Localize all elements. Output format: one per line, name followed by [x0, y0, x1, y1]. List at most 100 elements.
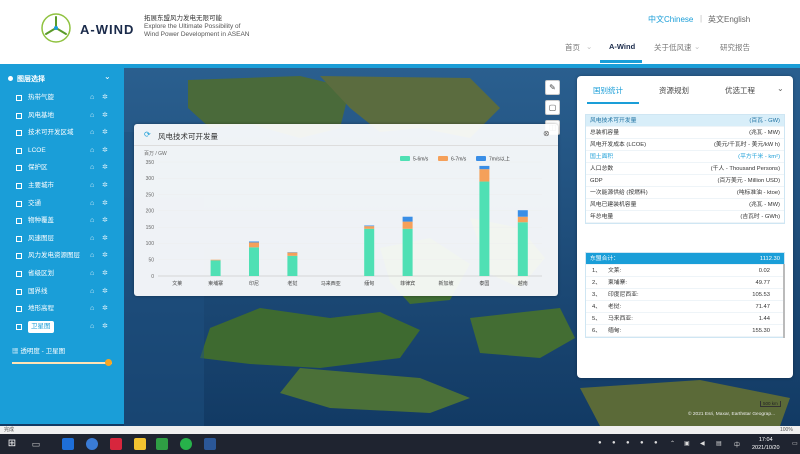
nav-about-low-wind[interactable]: 关于低风速: [654, 42, 692, 53]
layer-info-icon[interactable]: ⌂: [90, 303, 94, 315]
layer-settings-gear-icon[interactable]: ✲: [102, 321, 108, 333]
layer-info-icon[interactable]: ⌂: [90, 127, 94, 139]
layer-settings-gear-icon[interactable]: ✲: [102, 215, 108, 227]
layer-item[interactable]: 热带气旋 ⌂ ✲: [16, 92, 116, 104]
layer-checkbox[interactable]: [16, 147, 22, 154]
layer-settings-gear-icon[interactable]: ✲: [102, 250, 108, 262]
layer-info-icon[interactable]: ⌂: [90, 250, 94, 262]
ie-browser-icon[interactable]: [62, 438, 74, 450]
indicator-row[interactable]: 一次能源供给 (按燃料) (吨标准油 - ktoe): [586, 187, 784, 199]
layer-settings-gear-icon[interactable]: ✲: [102, 268, 108, 280]
layer-item[interactable]: 风速图层 ⌂ ✲: [16, 233, 116, 245]
opacity-slider-handle[interactable]: [105, 359, 112, 366]
tray-app-icon[interactable]: ●: [626, 440, 630, 446]
layer-settings-gear-icon[interactable]: ✲: [102, 198, 108, 210]
app-green-icon[interactable]: [156, 438, 168, 450]
layer-settings-gear-icon[interactable]: ✲: [102, 127, 108, 139]
layer-checkbox[interactable]: [16, 200, 22, 207]
nav-a-wind[interactable]: A-Wind: [609, 42, 635, 51]
layer-item[interactable]: 地形高程 ⌂ ✲: [16, 303, 116, 315]
layer-settings-gear-icon[interactable]: ✲: [102, 233, 108, 245]
layer-checkbox[interactable]: [16, 165, 22, 172]
layer-item[interactable]: 保护区 ⌂ ✲: [16, 162, 116, 174]
layer-item[interactable]: 国界线 ⌂ ✲: [16, 286, 116, 298]
layer-info-icon[interactable]: ⌂: [90, 198, 94, 210]
word-icon[interactable]: [204, 438, 216, 450]
layer-settings-gear-icon[interactable]: ✲: [102, 162, 108, 174]
layer-checkbox[interactable]: [16, 95, 22, 101]
nav-home-chevron-icon[interactable]: ⌄: [586, 42, 592, 51]
layer-checkbox[interactable]: [16, 323, 22, 330]
panel-chevron-down-icon[interactable]: ⌄: [777, 84, 784, 93]
layer-settings-gear-icon[interactable]: ✲: [102, 286, 108, 298]
tray-app-icon[interactable]: ●: [640, 440, 644, 446]
layer-info-icon[interactable]: ⌂: [90, 145, 94, 157]
layer-checkbox[interactable]: [16, 288, 22, 295]
layer-settings-gear-icon[interactable]: ✲: [102, 110, 108, 122]
country-row[interactable]: 6、 缅甸: 155.30: [586, 325, 784, 337]
layer-checkbox[interactable]: [16, 130, 22, 137]
indicator-row[interactable]: 总装机容量 (兆瓦 - MW): [586, 127, 784, 139]
file-explorer-icon[interactable]: [134, 438, 146, 450]
layer-info-icon[interactable]: ⌂: [90, 180, 94, 192]
country-row[interactable]: 2、 柬埔寨: 49.77: [586, 277, 784, 289]
clock[interactable]: 17:04 2021/10/20: [752, 436, 780, 452]
layer-info-icon[interactable]: ⌂: [90, 233, 94, 245]
start-windows-icon[interactable]: ⊞: [6, 438, 18, 450]
layer-settings-gear-icon[interactable]: ✲: [102, 303, 108, 315]
tray-chevron-up-icon[interactable]: ⌃: [670, 440, 675, 447]
indicator-row[interactable]: 年总电量 (吉瓦时 - GWh): [586, 211, 784, 223]
tray-app-icon[interactable]: ●: [598, 440, 602, 446]
tab-country-stats[interactable]: 国别统计: [593, 85, 623, 96]
layer-settings-gear-icon[interactable]: ✲: [102, 92, 108, 104]
layer-item[interactable]: 技术可开发区域 ⌂ ✲: [16, 127, 116, 139]
layer-checkbox[interactable]: [16, 112, 22, 119]
layer-checkbox[interactable]: [16, 253, 22, 260]
opacity-slider-track[interactable]: [12, 362, 112, 364]
layer-checkbox[interactable]: [16, 235, 22, 242]
tab-optimal-projects[interactable]: 优选工程: [725, 85, 755, 96]
task-view-icon[interactable]: ▭: [30, 438, 42, 450]
tray-volume-icon[interactable]: ◀: [700, 440, 705, 447]
draw-rectangle-icon[interactable]: ▢: [545, 100, 560, 115]
layer-panel-title[interactable]: 图层选择: [8, 74, 45, 84]
ime-indicator[interactable]: 中: [734, 440, 740, 449]
layer-panel-collapse-chevron-icon[interactable]: ⌄: [104, 72, 111, 81]
tray-keyboard-icon[interactable]: ▤: [716, 440, 722, 447]
country-row[interactable]: 5、 马来西亚: 1.44: [586, 313, 784, 325]
layer-settings-gear-icon[interactable]: ✲: [102, 145, 108, 157]
wechat-icon[interactable]: [180, 438, 192, 450]
layer-info-icon[interactable]: ⌂: [90, 268, 94, 280]
notification-icon[interactable]: ▭: [792, 440, 798, 447]
measure-pencil-icon[interactable]: ✎: [545, 80, 560, 95]
nav-home[interactable]: 首页: [565, 42, 580, 53]
nav-reports[interactable]: 研究报告: [720, 42, 750, 53]
tray-app-icon[interactable]: ●: [654, 440, 658, 446]
layer-info-icon[interactable]: ⌂: [90, 215, 94, 227]
lang-chinese-link[interactable]: 中文Chinese: [648, 14, 693, 25]
layer-item[interactable]: 主要城市 ⌂ ✲: [16, 180, 116, 192]
nav-about-chevron-icon[interactable]: ⌄: [694, 42, 700, 51]
lang-english-link[interactable]: 英文English: [708, 14, 750, 25]
close-icon[interactable]: ⊗: [543, 129, 550, 138]
layer-item[interactable]: 省级区划 ⌂ ✲: [16, 268, 116, 280]
indicator-row[interactable]: 风电技术可开发量 (百瓦 - GW): [586, 115, 784, 127]
layer-info-icon[interactable]: ⌂: [90, 286, 94, 298]
layer-checkbox[interactable]: [16, 183, 22, 189]
layer-checkbox[interactable]: [16, 218, 22, 225]
layer-item[interactable]: 物种覆盖 ⌂ ✲: [16, 215, 116, 227]
country-row[interactable]: 1、 文莱: 0.02: [586, 265, 784, 277]
app-red-icon[interactable]: [110, 438, 122, 450]
tray-network-icon[interactable]: ▣: [684, 440, 690, 447]
country-row[interactable]: 4、 老挝: 71.47: [586, 301, 784, 313]
layer-settings-gear-icon[interactable]: ✲: [102, 180, 108, 192]
indicator-row[interactable]: 人口总数 (千人 - Thousand Persons): [586, 163, 784, 175]
refresh-icon[interactable]: ⟳: [144, 130, 151, 139]
layer-item[interactable]: 交通 ⌂ ✲: [16, 198, 116, 210]
tab-resource-planning[interactable]: 资源规划: [659, 85, 689, 96]
layer-item[interactable]: 风力发电资源图层 ⌂ ✲: [16, 250, 116, 262]
layer-checkbox[interactable]: [16, 306, 22, 313]
layer-item[interactable]: LCOE ⌂ ✲: [16, 145, 116, 157]
layer-item[interactable]: 风电基地 ⌂ ✲: [16, 110, 116, 122]
layer-info-icon[interactable]: ⌂: [90, 321, 94, 333]
